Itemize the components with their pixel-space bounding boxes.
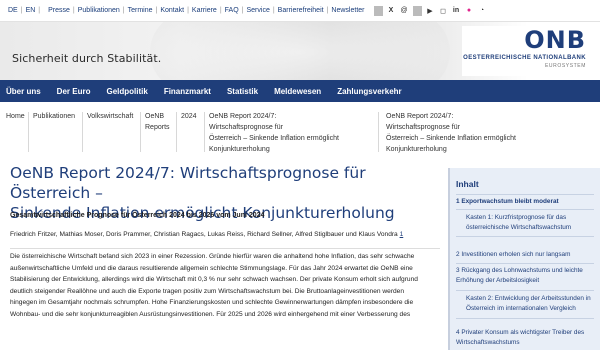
threads-icon[interactable]: @	[400, 7, 409, 14]
divider	[10, 248, 440, 249]
breadcrumb-volkswirtschaft[interactable]: Volkswirtschaft	[87, 112, 133, 122]
breadcrumb: Home Publikationen Volkswirtschaft OeNB …	[0, 112, 600, 154]
body-line: hingegen im Gesamtjahr nochmals schrumpf…	[10, 299, 414, 307]
divider	[82, 112, 83, 152]
header-banner: Sicherheit durch Stabilität. ONB OESTERR…	[0, 22, 600, 80]
kontakt-link[interactable]: Kontakt	[157, 7, 187, 14]
nav-zahlungsverkehr[interactable]: Zahlungsverkehr	[329, 87, 409, 96]
nav-statistik[interactable]: Statistik	[219, 87, 266, 96]
presse-link[interactable]: Presse	[40, 7, 73, 14]
nav-finanzmarkt[interactable]: Finanzmarkt	[156, 87, 219, 96]
breadcrumb-publikationen[interactable]: Publikationen	[33, 112, 75, 122]
toc-item-4-line2[interactable]: Wirtschaftswachstums	[456, 338, 520, 348]
current-page-line1: OeNB Report 2024/7:	[386, 113, 454, 120]
nav-geldpolitik[interactable]: Geldpolitik	[98, 87, 155, 96]
oenb-logo[interactable]: ONB OESTERREICHISCHE NATIONALBANK EUROSY…	[462, 26, 592, 76]
breadcrumb-home[interactable]: Home	[6, 112, 25, 122]
divider	[456, 236, 594, 237]
main-navigation: Über uns Der Euro Geldpolitik Finanzmark…	[0, 80, 600, 102]
top-utility-bar: DE | EN | Presse | Publikationen | Termi…	[0, 0, 600, 22]
barrierefreiheit-link[interactable]: Barrierefreiheit	[275, 7, 327, 14]
newsletter-link[interactable]: Newsletter	[328, 7, 367, 14]
divider	[456, 290, 594, 291]
divider	[373, 5, 383, 16]
breadcrumb-report-line4[interactable]: Konjunkturerholung	[209, 145, 270, 155]
divider	[456, 194, 594, 195]
divider	[456, 318, 594, 319]
faq-link[interactable]: FAQ	[222, 7, 242, 14]
termine-link[interactable]: Termine	[125, 7, 156, 14]
body-line: Wohnbau- und die sehr konjunkturreagible…	[10, 310, 411, 318]
current-page-line3: Österreich – Sinkende Inflation ermöglic…	[386, 135, 516, 142]
body-line: deutlich steigender Reallöhne und auch d…	[10, 287, 405, 295]
author-list: Friedrich Fritzer, Mathias Moser, Doris …	[10, 231, 440, 238]
publikationen-link[interactable]: Publikationen	[75, 7, 123, 14]
lang-de-link[interactable]: DE	[0, 7, 21, 14]
divider	[28, 112, 29, 152]
tagline: Sicherheit durch Stabilität.	[12, 52, 162, 65]
divider	[140, 112, 141, 152]
current-page-line2: Wirtschaftsprognose für	[386, 124, 460, 131]
body-line: Die österreichische Wirtschaft befand si…	[10, 253, 415, 260]
flickr-icon[interactable]: ●	[465, 7, 474, 14]
logo-name: OESTERREICHISCHE NATIONALBANK	[463, 55, 586, 61]
body-line: Stabilisierung der Entwicklung, allerdin…	[10, 276, 418, 284]
nav-der-euro[interactable]: Der Euro	[49, 87, 99, 96]
toc-item-3-line1[interactable]: 3 Rückgang des Lohnwachstums und leichte	[456, 266, 583, 276]
logo-mark: ONB	[524, 26, 586, 54]
breadcrumb-report-line3[interactable]: Österreich – Sinkende Inflation ermöglic…	[209, 134, 339, 144]
instagram-icon[interactable]: ◻	[439, 7, 448, 15]
service-link[interactable]: Service	[244, 7, 273, 14]
lang-en-link[interactable]: EN	[23, 7, 39, 14]
divider	[456, 263, 594, 264]
body-line: außenwirtschaftliche Umfeld und die dara…	[10, 264, 413, 272]
linkedin-icon[interactable]: in	[452, 7, 461, 14]
article-body: Die österreichische Wirtschaft befand si…	[10, 251, 440, 321]
toc-item-2[interactable]: 2 Investitionen erholen sich nur langsam	[456, 250, 570, 260]
youtube-icon[interactable]: ▶	[426, 7, 435, 15]
authors-text: Friedrich Fritzer, Mathias Moser, Doris …	[10, 231, 398, 238]
toc-item-kasten-2-line1[interactable]: Kasten 2: Entwicklung der Arbeitsstunden…	[466, 294, 591, 304]
toc-item-1[interactable]: 1 Exportwachstum bleibt moderat	[456, 197, 559, 207]
divider	[412, 5, 422, 16]
breadcrumb-report-line2[interactable]: Wirtschaftsprognose für	[209, 123, 283, 133]
logo-eurosystem: EUROSYSTEM	[544, 63, 586, 69]
breadcrumb-2024[interactable]: 2024	[181, 112, 197, 122]
toc-item-3-line2[interactable]: Erhöhung der Arbeitslosigkeit	[456, 276, 539, 286]
toc-panel: Inhalt 1 Exportwachstum bleibt moderat K…	[450, 168, 600, 350]
x-icon[interactable]: X	[387, 7, 396, 14]
title-line1: OeNB Report 2024/7: Wirtschaftsprognose …	[10, 164, 366, 202]
nav-meldewesen[interactable]: Meldewesen	[266, 87, 329, 96]
breadcrumb-oenb[interactable]: OeNB	[145, 112, 164, 122]
rss-icon[interactable]: ◔	[478, 7, 487, 14]
article-subtitle: Gesamtwirtschaftliche Prognose für Öster…	[10, 212, 265, 219]
breadcrumb-reports[interactable]: Reports	[145, 123, 170, 133]
breadcrumb-report-line1[interactable]: OeNB Report 2024/7:	[209, 112, 276, 122]
divider	[176, 112, 177, 152]
social-links: X @ ▶ ◻ in ● ◔	[372, 5, 489, 16]
divider	[204, 112, 205, 152]
toc-item-4-line1[interactable]: 4 Privater Konsum als wichtigster Treibe…	[456, 328, 584, 338]
toc-item-kasten-1-line2[interactable]: österreichische Wirtschaftswachstum	[466, 223, 571, 233]
nav-ueber-uns[interactable]: Über uns	[0, 87, 49, 96]
current-page-line4: Konjunkturerholung	[386, 146, 447, 153]
karriere-link[interactable]: Karriere	[189, 7, 220, 14]
footnote-link[interactable]: 1	[400, 231, 404, 238]
banknote-background-image	[150, 22, 450, 80]
divider	[378, 112, 379, 152]
divider	[456, 209, 594, 210]
toc-item-kasten-1-line1[interactable]: Kasten 1: Kurzfristprognose für das	[466, 213, 566, 223]
toc-item-kasten-2-line2[interactable]: Österreich im internationalen Vergleich	[466, 304, 576, 314]
toc-heading: Inhalt	[456, 179, 479, 189]
